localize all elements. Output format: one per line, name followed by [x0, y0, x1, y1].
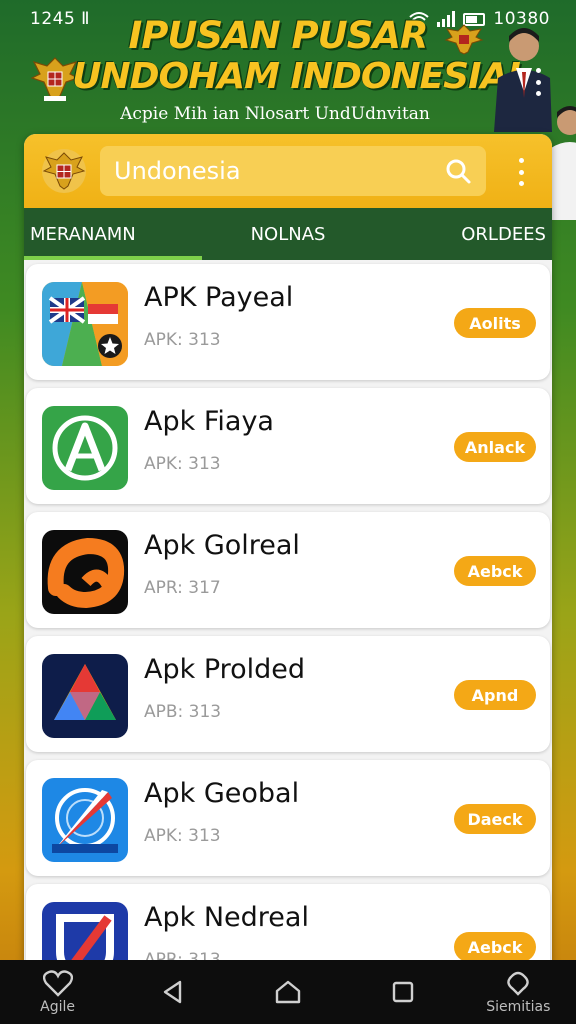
app-version: APK: 313 [144, 330, 221, 350]
app-version: APK: 313 [144, 826, 221, 846]
nav-left-label: Agile [40, 999, 76, 1015]
list-item[interactable]: Apk Prolded APB: 313 Apnd [26, 636, 550, 752]
banner-title-line1: IPUSAN PUSAR [128, 14, 429, 57]
app-name: Apk Nedreal [144, 902, 309, 933]
app-name: Apk Geobal [144, 778, 300, 809]
search-input-value: Undonesia [114, 157, 241, 185]
orange-ring-icon [42, 530, 128, 614]
app-action-button[interactable]: Apnd [454, 680, 536, 710]
list-item[interactable]: Apk Nedreal APR: 313 Aebck [26, 884, 550, 964]
tab-nolnas[interactable]: NOLNAS [202, 208, 374, 260]
search-icon[interactable] [444, 157, 472, 185]
nav-right-label: Siemitias [486, 999, 551, 1015]
app-action-button[interactable]: Daeck [454, 804, 536, 834]
heart-icon [42, 970, 73, 997]
app-action-button[interactable]: Anlack [454, 432, 536, 462]
nav-recents-button[interactable] [358, 960, 448, 1024]
nav-settings-button[interactable]: Siemitias [473, 960, 563, 1024]
list-item[interactable]: Apk Golreal APR: 317 Aebck [26, 512, 550, 628]
banner-subtitle: Acpie Mih ian Nlosart UndUdnvitan [120, 104, 430, 124]
app-name: Apk Golreal [144, 530, 300, 561]
app-panel: Undonesia MERANAMN NOLNAS ORLDEES APK Pa… [24, 134, 552, 964]
garuda-emblem-icon [42, 149, 86, 193]
banner-more-icon[interactable] [530, 68, 546, 96]
tab-meranamn[interactable]: MERANAMN [24, 208, 202, 260]
person-photo-secondary [548, 106, 576, 220]
list-item[interactable]: Apk Fiaya APK: 313 Anlack [26, 388, 550, 504]
banner: IPUSAN PUSAR UNDOHAM INDONESIAI Acpie Mi… [0, 0, 576, 220]
search-input[interactable]: Undonesia [100, 146, 486, 196]
compass-rocket-icon [42, 778, 128, 862]
app-action-button[interactable]: Aebck [454, 932, 536, 962]
app-name: Apk Fiaya [144, 406, 274, 437]
app-version: APK: 313 [144, 454, 221, 474]
system-nav-bar: Agile Siemitias [0, 960, 576, 1024]
list-item[interactable]: APK Payeal APK: 313 Aolits [26, 264, 550, 380]
triangle-drive-icon [42, 654, 128, 738]
nav-back-button[interactable] [128, 960, 218, 1024]
app-name: APK Payeal [144, 282, 294, 313]
nav-home-button[interactable] [243, 960, 333, 1024]
home-icon [275, 980, 301, 1004]
app-action-button[interactable]: Aolits [454, 308, 536, 338]
app-version: APB: 313 [144, 702, 222, 722]
recents-icon [392, 981, 414, 1003]
settings-icon [507, 971, 530, 996]
tab-orldees[interactable]: ORLDEES [374, 208, 552, 260]
list-item[interactable]: Apk Geobal APK: 313 Daeck [26, 760, 550, 876]
tab-bar: MERANAMN NOLNAS ORLDEES [24, 208, 552, 260]
search-header: Undonesia [24, 134, 552, 208]
android-a-icon [42, 406, 128, 490]
app-version: APR: 317 [144, 578, 221, 598]
app-name: Apk Prolded [144, 654, 306, 685]
shield-x-icon [42, 902, 128, 964]
back-icon [163, 980, 181, 1004]
app-action-button[interactable]: Aebck [454, 556, 536, 586]
more-options-icon[interactable] [514, 158, 528, 186]
nav-heart-button[interactable]: Agile [13, 960, 103, 1024]
flag-map-icon [42, 282, 128, 366]
